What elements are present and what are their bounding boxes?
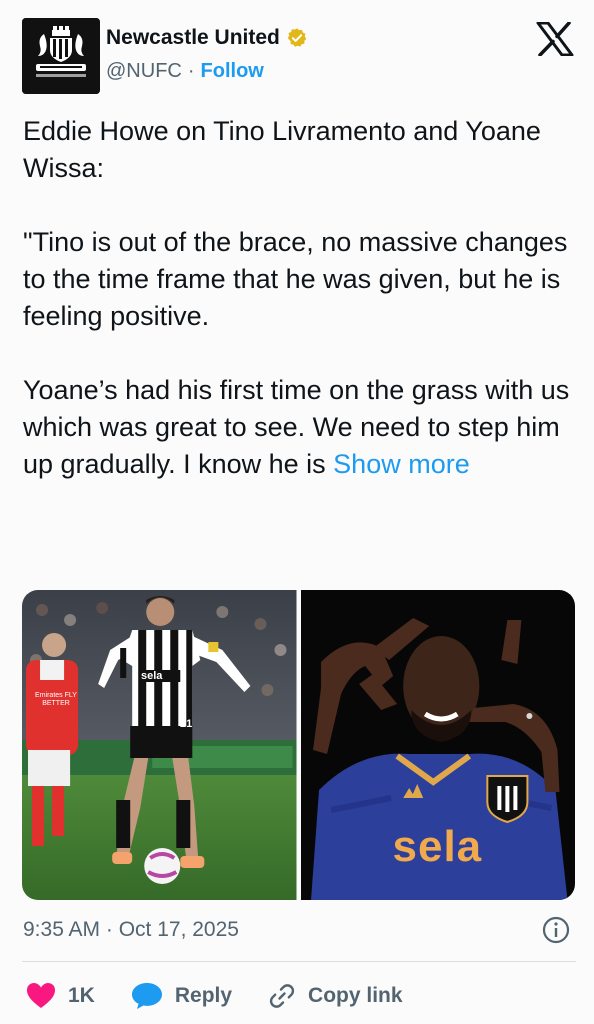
player-number-text: 21 <box>180 718 193 730</box>
player-photo-image <box>22 590 297 900</box>
tweet-photo-livramento[interactable]: sela Emirates FLY BETTER 21 <box>22 590 297 900</box>
divider <box>22 961 576 962</box>
x-logo-icon[interactable] <box>536 22 574 56</box>
copy-link-label: Copy link <box>308 984 403 1007</box>
avatar[interactable] <box>22 18 100 94</box>
handle-row: @NUFC · Follow <box>106 60 264 83</box>
tweet-paragraph: Yoane’s had his first time on the grass … <box>23 372 573 483</box>
shirt-sponsor-text: sela <box>139 670 165 682</box>
account-name-row: Newcastle United <box>106 26 308 50</box>
tweet-timestamp[interactable]: 9:35 AM · Oct 17, 2025 <box>23 918 239 942</box>
like-button[interactable]: 1K <box>26 982 95 1010</box>
tweet-text: Eddie Howe on Tino Livramento and Yoane … <box>23 113 573 483</box>
info-icon[interactable] <box>541 915 571 945</box>
tweet-photo-wissa[interactable]: sela <box>300 590 575 900</box>
newcastle-crest-icon <box>22 18 100 94</box>
tweet-paragraph: Eddie Howe on Tino Livramento and Yoane … <box>23 116 541 183</box>
media-grid: sela Emirates FLY BETTER 21 sela <box>22 590 575 900</box>
reply-label: Reply <box>174 984 233 1007</box>
show-more-link[interactable]: Show more <box>333 449 470 479</box>
copy-link-button[interactable]: Copy link <box>268 982 403 1010</box>
shirt-sponsor-text: sela <box>392 822 483 871</box>
heart-icon <box>27 983 55 1008</box>
tweet-paragraph-text: Yoane’s had his first time on the grass … <box>23 375 570 479</box>
like-count: 1K <box>68 984 95 1007</box>
tweet-card: Newcastle United @NUFC · Follow Eddie Ho… <box>0 0 594 1024</box>
account-name[interactable]: Newcastle United <box>106 26 280 50</box>
separator-dot: · <box>187 60 195 82</box>
account-handle[interactable]: @NUFC <box>106 60 182 83</box>
reply-button[interactable]: Reply <box>131 982 232 1010</box>
reply-bubble-icon <box>131 983 162 1009</box>
verified-badge-icon <box>287 28 307 47</box>
tweet-paragraph: "Tino is out of the brace, no massive ch… <box>23 227 568 331</box>
arsenal-sponsor-text: Emirates FLY BETTER <box>35 692 77 707</box>
link-icon <box>269 984 295 1008</box>
action-bar: 1K Reply Copy link <box>26 978 439 1014</box>
follow-button[interactable]: Follow <box>201 60 264 83</box>
